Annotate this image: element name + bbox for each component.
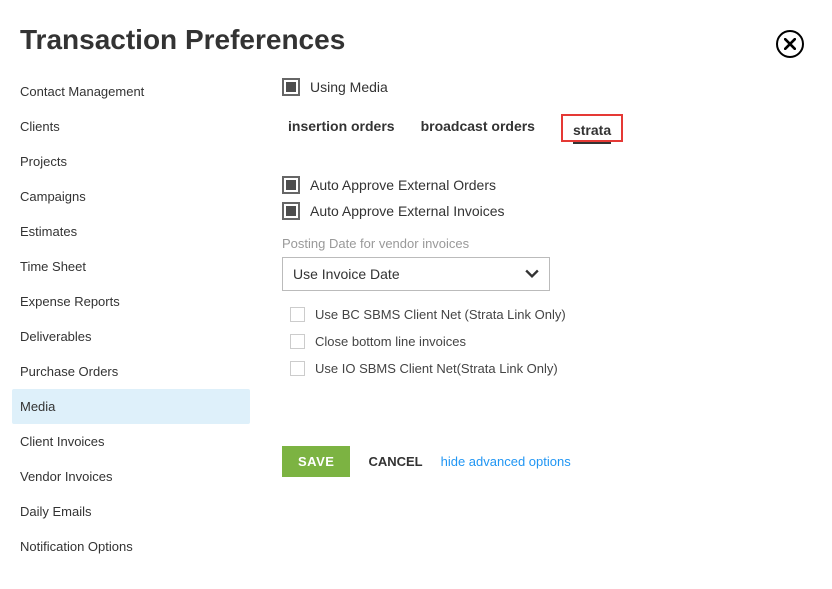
using-media-checkbox[interactable]	[282, 78, 300, 96]
sidebar-item-clients[interactable]: Clients	[12, 109, 250, 144]
sidebar-item-expense-reports[interactable]: Expense Reports	[12, 284, 250, 319]
save-button[interactable]: SAVE	[282, 446, 350, 477]
sub-options: Use BC SBMS Client Net (Strata Link Only…	[290, 301, 832, 382]
sidebar-item-media[interactable]: Media	[12, 389, 250, 424]
sidebar-item-contact-management[interactable]: Contact Management	[12, 74, 250, 109]
tab-insertion-orders[interactable]: insertion orders	[288, 118, 395, 138]
sidebar-item-time-sheet[interactable]: Time Sheet	[12, 249, 250, 284]
close-bottom-line-label: Close bottom line invoices	[315, 334, 466, 349]
sidebar-item-vendor-invoices[interactable]: Vendor Invoices	[12, 459, 250, 494]
posting-date-label: Posting Date for vendor invoices	[282, 236, 832, 251]
chevron-down-icon	[525, 267, 539, 281]
auto-approve-invoices-label: Auto Approve External Invoices	[310, 203, 505, 219]
sidebar-item-campaigns[interactable]: Campaigns	[12, 179, 250, 214]
actions: SAVE CANCEL hide advanced options	[282, 446, 832, 477]
sidebar-item-purchase-orders[interactable]: Purchase Orders	[12, 354, 250, 389]
sidebar-item-daily-emails[interactable]: Daily Emails	[12, 494, 250, 529]
auto-approve-invoices-checkbox[interactable]	[282, 202, 300, 220]
close-button[interactable]	[776, 30, 804, 58]
sidebar-item-client-invoices[interactable]: Client Invoices	[12, 424, 250, 459]
hide-advanced-options-link[interactable]: hide advanced options	[441, 454, 571, 469]
tabs: insertion orders broadcast orders strata	[288, 114, 832, 142]
posting-date-select[interactable]: Use Invoice Date	[282, 257, 550, 291]
tab-strata[interactable]: strata	[573, 122, 611, 144]
close-icon	[784, 38, 796, 50]
sidebar-item-notification-options[interactable]: Notification Options	[12, 529, 250, 564]
cancel-button[interactable]: CANCEL	[368, 454, 422, 469]
sidebar-item-estimates[interactable]: Estimates	[12, 214, 250, 249]
auto-approve-orders-label: Auto Approve External Orders	[310, 177, 496, 193]
use-io-sbms-label: Use IO SBMS Client Net(Strata Link Only)	[315, 361, 558, 376]
use-io-sbms-checkbox[interactable]	[290, 361, 305, 376]
sidebar-item-projects[interactable]: Projects	[12, 144, 250, 179]
posting-date-value: Use Invoice Date	[293, 266, 400, 282]
using-media-label: Using Media	[310, 79, 388, 95]
tab-highlight-strata: strata	[561, 114, 623, 142]
use-bc-sbms-label: Use BC SBMS Client Net (Strata Link Only…	[315, 307, 566, 322]
tab-broadcast-orders[interactable]: broadcast orders	[421, 118, 535, 138]
page-title: Transaction Preferences	[20, 24, 345, 56]
close-bottom-line-checkbox[interactable]	[290, 334, 305, 349]
use-bc-sbms-checkbox[interactable]	[290, 307, 305, 322]
sidebar: Contact Management Clients Projects Camp…	[12, 74, 250, 564]
sidebar-item-deliverables[interactable]: Deliverables	[12, 319, 250, 354]
auto-approve-orders-checkbox[interactable]	[282, 176, 300, 194]
main-panel: Using Media insertion orders broadcast o…	[282, 74, 832, 564]
